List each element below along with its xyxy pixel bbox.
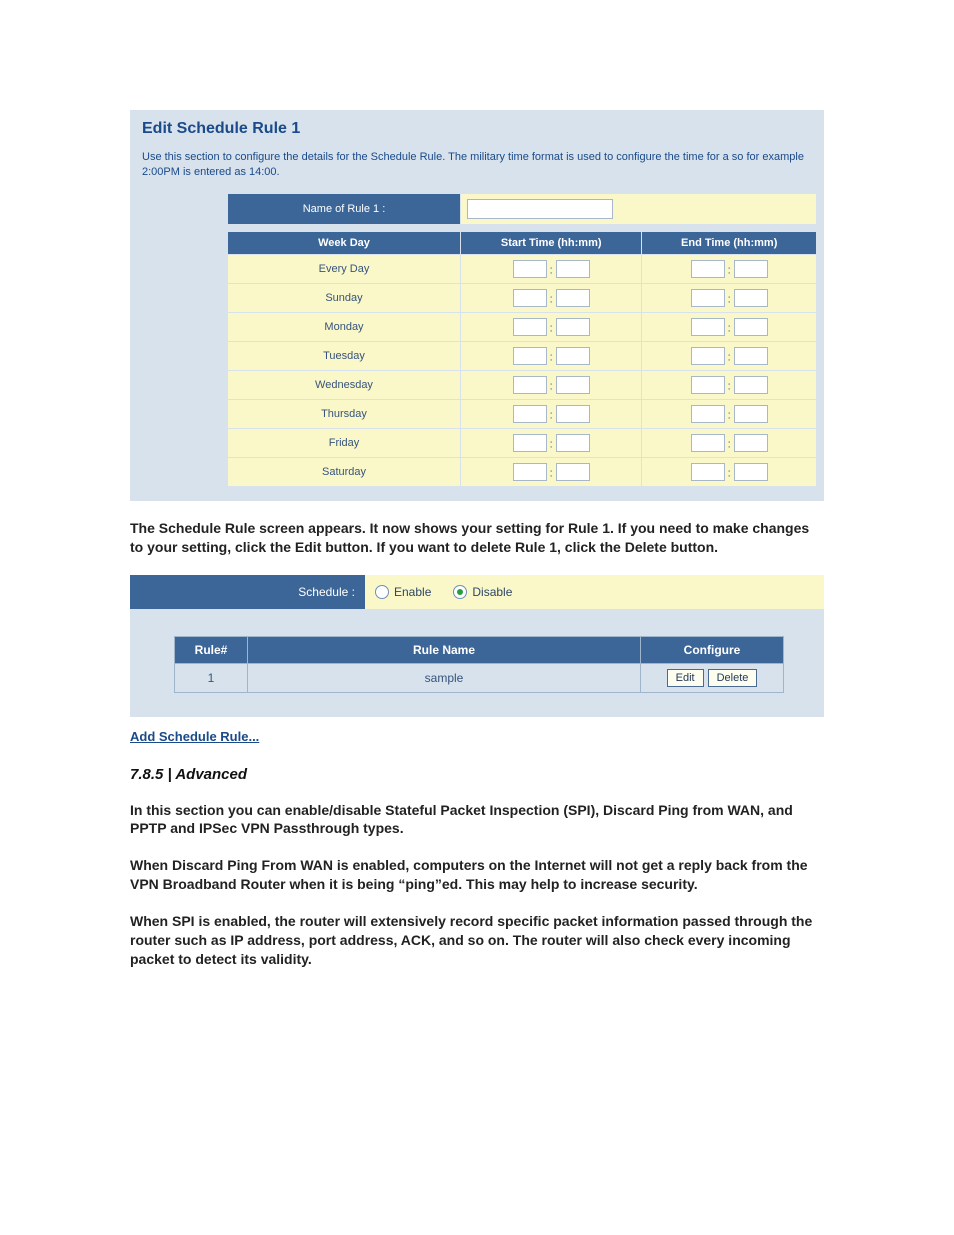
schedule-toggle-bar: Schedule : Enable Disable (130, 575, 824, 610)
section-heading: 7.8.5 | Advanced (130, 766, 824, 783)
end-mm-input[interactable] (734, 463, 768, 481)
day-label: Saturday (228, 457, 461, 486)
panel-title: Edit Schedule Rule 1 (142, 120, 812, 138)
end-hh-input[interactable] (691, 347, 725, 365)
start-hh-input[interactable] (513, 405, 547, 423)
end-hh-input[interactable] (691, 463, 725, 481)
schedule-table: Name of Rule 1 : Week Day Start Time (hh… (227, 193, 817, 487)
start-hh-input[interactable] (513, 376, 547, 394)
end-hh-input[interactable] (691, 434, 725, 452)
rule-name-label: Name of Rule 1 : (228, 193, 461, 224)
start-hh-input[interactable] (513, 260, 547, 278)
end-mm-input[interactable] (734, 347, 768, 365)
day-label: Thursday (228, 399, 461, 428)
end-mm-input[interactable] (734, 289, 768, 307)
rule-name-input[interactable] (467, 199, 613, 219)
start-mm-input[interactable] (556, 376, 590, 394)
delete-button[interactable]: Delete (708, 669, 758, 687)
disable-label: Disable (472, 585, 512, 599)
start-hh-input[interactable] (513, 318, 547, 336)
col-start: Start Time (hh:mm) (461, 231, 642, 254)
day-label: Every Day (228, 254, 461, 283)
schedule-row: Friday : : (228, 428, 817, 457)
start-hh-input[interactable] (513, 289, 547, 307)
edit-button[interactable]: Edit (667, 669, 704, 687)
rules-table: Rule# Rule Name Configure 1sample EditDel… (174, 636, 784, 693)
col-weekday: Week Day (228, 231, 461, 254)
day-label: Monday (228, 312, 461, 341)
day-label: Friday (228, 428, 461, 457)
col-rule-name: Rule Name (248, 636, 641, 663)
advanced-p3: When SPI is enabled, the router will ext… (130, 912, 824, 969)
end-hh-input[interactable] (691, 376, 725, 394)
col-end: End Time (hh:mm) (642, 231, 817, 254)
start-mm-input[interactable] (556, 347, 590, 365)
end-mm-input[interactable] (734, 318, 768, 336)
end-mm-input[interactable] (734, 405, 768, 423)
schedule-row: Saturday : : (228, 457, 817, 486)
start-mm-input[interactable] (556, 434, 590, 452)
advanced-p2: When Discard Ping From WAN is enabled, c… (130, 856, 824, 894)
schedule-row: Thursday : : (228, 399, 817, 428)
start-mm-input[interactable] (556, 405, 590, 423)
start-mm-input[interactable] (556, 289, 590, 307)
end-hh-input[interactable] (691, 405, 725, 423)
mid-paragraph: The Schedule Rule screen appears. It now… (130, 519, 824, 557)
end-hh-input[interactable] (691, 289, 725, 307)
start-hh-input[interactable] (513, 347, 547, 365)
radio-icon (453, 585, 467, 599)
panel-description: Use this section to configure the detail… (142, 150, 812, 181)
schedule-enable-radio[interactable]: Enable (375, 585, 431, 599)
end-hh-input[interactable] (691, 260, 725, 278)
col-rule-num: Rule# (175, 636, 248, 663)
schedule-row: Sunday : : (228, 283, 817, 312)
edit-schedule-panel: Edit Schedule Rule 1 Use this section to… (130, 110, 824, 501)
schedule-row: Every Day : : (228, 254, 817, 283)
rule-row: 1sample EditDelete (175, 663, 784, 692)
end-mm-input[interactable] (734, 434, 768, 452)
start-mm-input[interactable] (556, 463, 590, 481)
start-hh-input[interactable] (513, 434, 547, 452)
start-mm-input[interactable] (556, 318, 590, 336)
start-mm-input[interactable] (556, 260, 590, 278)
day-label: Tuesday (228, 341, 461, 370)
advanced-p1: In this section you can enable/disable S… (130, 801, 824, 839)
schedule-list-panel: Schedule : Enable Disable Rule# Rule Nam… (130, 575, 824, 717)
schedule-row: Wednesday : : (228, 370, 817, 399)
end-mm-input[interactable] (734, 376, 768, 394)
end-mm-input[interactable] (734, 260, 768, 278)
schedule-row: Tuesday : : (228, 341, 817, 370)
start-hh-input[interactable] (513, 463, 547, 481)
schedule-disable-radio[interactable]: Disable (453, 585, 512, 599)
rule-number: 1 (175, 663, 248, 692)
enable-label: Enable (394, 585, 431, 599)
schedule-row: Monday : : (228, 312, 817, 341)
col-configure: Configure (641, 636, 784, 663)
schedule-toggle-label: Schedule : (130, 575, 365, 609)
rule-name-cell: sample (248, 663, 641, 692)
day-label: Wednesday (228, 370, 461, 399)
day-label: Sunday (228, 283, 461, 312)
add-schedule-rule-link[interactable]: Add Schedule Rule... (130, 729, 259, 744)
end-hh-input[interactable] (691, 318, 725, 336)
radio-icon (375, 585, 389, 599)
